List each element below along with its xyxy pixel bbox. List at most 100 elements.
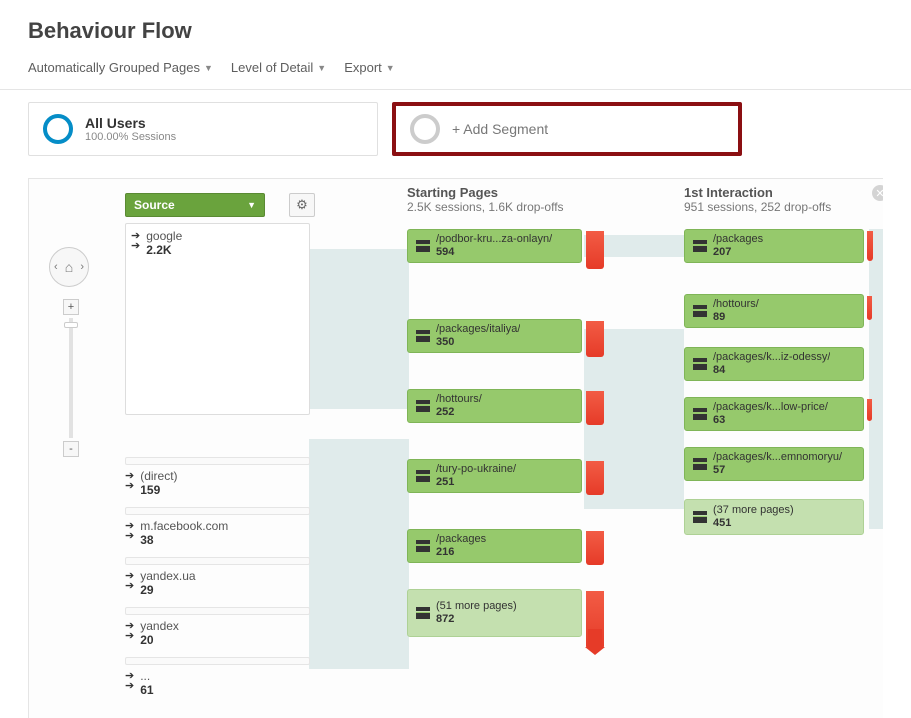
page-icon <box>416 470 430 482</box>
flow-node[interactable]: /packages207 <box>684 229 864 263</box>
export-label: Export <box>344 60 382 75</box>
node-value: 872 <box>436 613 517 626</box>
node-path: /podbor-kru...za-onlayn/ <box>436 233 552 246</box>
source-bar <box>125 657 310 665</box>
source-value: 20 <box>140 633 179 647</box>
dropoff-arrow-icon <box>588 629 602 647</box>
export-dropdown[interactable]: Export ▼ <box>344 60 395 75</box>
node-value: 89 <box>713 311 759 324</box>
source-row[interactable]: ➔➔ (direct)159 <box>125 469 178 499</box>
page-icon <box>693 408 707 420</box>
source-row[interactable]: ➔➔ yandex20 <box>125 619 179 649</box>
settings-button[interactable]: ⚙ <box>289 193 315 217</box>
flow-canvas[interactable]: ‹ ⌂ › + - Source ▼ ⚙ Starting Pages 2.5K… <box>28 178 883 718</box>
home-icon[interactable]: ⌂ <box>65 259 73 275</box>
arrows-icon: ➔➔ <box>131 229 140 251</box>
column-header-first: 1st Interaction 951 sessions, 252 drop-o… <box>684 185 864 214</box>
grouping-dropdown[interactable]: Automatically Grouped Pages ▼ <box>28 60 213 75</box>
remove-column-button[interactable]: ✕ <box>872 185 883 201</box>
add-segment-label: + Add Segment <box>452 121 548 137</box>
arrows-icon: ➔➔ <box>125 569 134 591</box>
detail-label: Level of Detail <box>231 60 313 75</box>
flow-node[interactable]: /hottours/89 <box>684 294 864 328</box>
col-sub: 951 sessions, 252 drop-offs <box>684 200 864 214</box>
source-row[interactable]: ➔➔ google 2.2K <box>131 229 182 259</box>
caret-down-icon: ▼ <box>247 200 256 210</box>
page-icon <box>693 358 707 370</box>
source-dimension-dropdown[interactable]: Source ▼ <box>125 193 265 217</box>
page-icon <box>693 458 707 470</box>
toolbar: Automatically Grouped Pages ▼ Level of D… <box>0 54 911 90</box>
detail-dropdown[interactable]: Level of Detail ▼ <box>231 60 326 75</box>
node-value: 216 <box>436 546 486 559</box>
nav-pan-circle: ‹ ⌂ › <box>49 247 89 287</box>
flow-node[interactable]: /tury-po-ukraine/251 <box>407 459 582 493</box>
flow-node[interactable]: /packages/italiya/350 <box>407 319 582 353</box>
flow-node[interactable]: /packages216 <box>407 529 582 563</box>
source-value: 38 <box>140 533 228 547</box>
source-value: 159 <box>140 483 177 497</box>
node-value: 207 <box>713 246 763 259</box>
col-sub: 2.5K sessions, 1.6K drop-offs <box>407 200 564 214</box>
arrows-icon: ➔➔ <box>125 469 134 491</box>
page-title: Behaviour Flow <box>0 0 911 54</box>
node-path: /packages/k...iz-odessy/ <box>713 351 830 364</box>
zoom-control: + - <box>64 299 78 457</box>
zoom-out-button[interactable]: - <box>63 441 79 457</box>
node-path: (37 more pages) <box>713 504 794 517</box>
flow-node-more[interactable]: (51 more pages)872 <box>407 589 582 637</box>
column-header-starting: Starting Pages 2.5K sessions, 1.6K drop-… <box>407 185 564 214</box>
flow-node[interactable]: /podbor-kru...za-onlayn/594 <box>407 229 582 263</box>
flow-link <box>869 229 883 529</box>
dropoff-bar <box>586 391 604 425</box>
page-icon <box>693 305 707 317</box>
flow-node-more[interactable]: (37 more pages)451 <box>684 499 864 535</box>
flow-node[interactable]: /hottours/252 <box>407 389 582 423</box>
segment-circle-icon <box>410 114 440 144</box>
node-value: 594 <box>436 246 552 259</box>
zoom-thumb[interactable] <box>64 322 78 328</box>
source-name: m.facebook.com <box>140 519 228 533</box>
source-row[interactable]: ➔➔ m.facebook.com38 <box>125 519 228 549</box>
nav-widget: ‹ ⌂ › <box>49 247 89 287</box>
source-name: yandex <box>140 619 179 633</box>
add-segment-button[interactable]: + Add Segment <box>392 102 742 156</box>
node-path: /packages/k...low-price/ <box>713 401 828 414</box>
pan-right-button[interactable]: › <box>80 261 84 273</box>
dropoff-bar <box>586 231 604 269</box>
page-icon <box>416 540 430 552</box>
node-value: 57 <box>713 464 842 477</box>
caret-down-icon: ▼ <box>386 63 395 73</box>
source-value: 2.2K <box>146 243 182 257</box>
dropoff-bar <box>586 531 604 565</box>
pan-left-button[interactable]: ‹ <box>54 261 58 273</box>
flow-link <box>309 439 409 669</box>
source-dropdown-label: Source <box>134 198 175 212</box>
segment-label: All Users <box>85 115 176 131</box>
dropoff-bar <box>586 461 604 495</box>
arrows-icon: ➔➔ <box>125 519 134 541</box>
node-path: /packages <box>713 233 763 246</box>
source-row[interactable]: ➔➔ ...61 <box>125 669 154 699</box>
gear-icon: ⚙ <box>296 197 308 213</box>
dropoff-bar <box>867 399 872 421</box>
node-value: 350 <box>436 336 520 349</box>
flow-node[interactable]: /packages/k...emnomoryu/57 <box>684 447 864 481</box>
source-name: (direct) <box>140 469 177 483</box>
source-bar <box>125 507 310 515</box>
node-value: 63 <box>713 414 828 427</box>
segment-sub: 100.00% Sessions <box>85 131 176 143</box>
zoom-rail[interactable] <box>69 318 73 438</box>
node-value: 252 <box>436 406 482 419</box>
dropoff-bar <box>867 231 873 261</box>
flow-node[interactable]: /packages/k...iz-odessy/84 <box>684 347 864 381</box>
col-title: 1st Interaction <box>684 185 864 200</box>
zoom-in-button[interactable]: + <box>63 299 79 315</box>
flow-node[interactable]: /packages/k...low-price/63 <box>684 397 864 431</box>
source-bar <box>125 457 310 465</box>
page-icon <box>416 240 430 252</box>
segment-all-users[interactable]: All Users 100.00% Sessions <box>28 102 378 156</box>
source-row[interactable]: ➔➔ yandex.ua29 <box>125 569 196 599</box>
node-path: /hottours/ <box>713 298 759 311</box>
source-value: 61 <box>140 683 153 697</box>
